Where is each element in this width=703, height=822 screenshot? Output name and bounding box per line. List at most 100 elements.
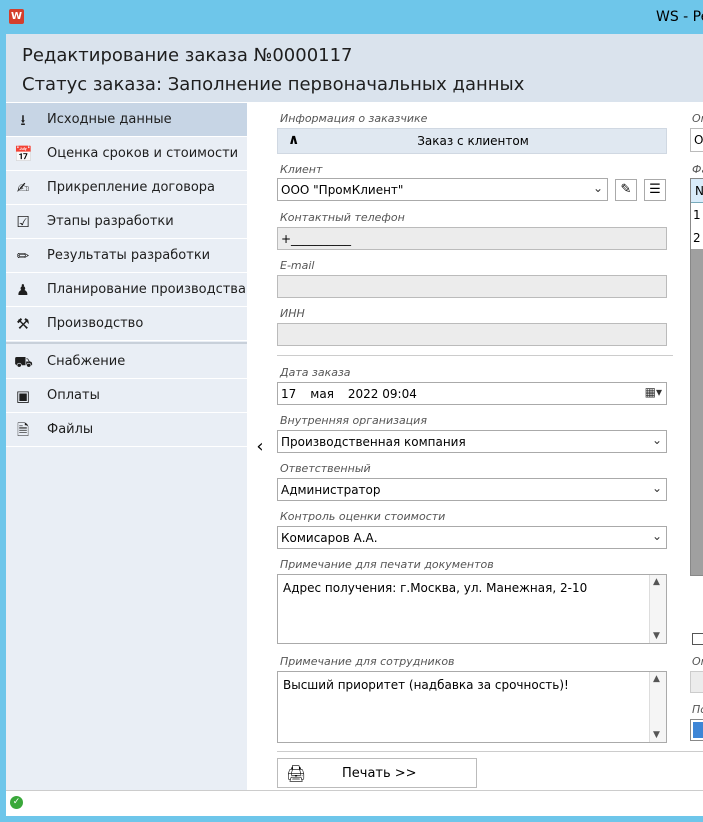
scroll-up-icon[interactable]: ▲ bbox=[653, 577, 660, 587]
responsible-value: Администратор bbox=[281, 483, 381, 497]
edit-client-button[interactable]: ✎ bbox=[615, 179, 637, 201]
window-title: WS - Pe bbox=[656, 9, 703, 25]
calendar-dropdown-icon[interactable]: ▦▾ bbox=[645, 385, 662, 399]
staff-note-label: Примечание для сотрудников bbox=[280, 655, 455, 668]
responsible-label: Ответственный bbox=[280, 462, 371, 475]
print-note-label: Примечание для печати документов bbox=[280, 558, 494, 571]
sidebar-item-label: Планирование производства bbox=[47, 282, 246, 297]
sidebar-item-label: Файлы bbox=[47, 422, 94, 437]
right-panel-table[interactable]: N 1 2 bbox=[690, 178, 703, 576]
scroll-down-icon[interactable]: ▼ bbox=[653, 631, 660, 641]
sidebar-item-planning[interactable]: ♟ Планирование производства bbox=[6, 273, 247, 307]
table-row[interactable]: 1 bbox=[691, 203, 703, 226]
table-row[interactable]: 2 bbox=[691, 226, 703, 249]
sidebar-item-payments[interactable]: ▣ Оплаты bbox=[6, 379, 247, 413]
customer-info-toggle[interactable]: ∧ Заказ с клиентом bbox=[277, 128, 667, 154]
right-panel-checkbox[interactable] bbox=[692, 633, 703, 645]
scrollbar[interactable]: ▲ ▼ bbox=[649, 672, 666, 742]
table-header[interactable]: N bbox=[691, 179, 703, 203]
client-label: Клиент bbox=[280, 163, 323, 176]
money-icon: ▣ bbox=[15, 387, 31, 405]
calendar-cost-icon: 📅 bbox=[14, 145, 33, 163]
truck-icon: ⛟ bbox=[14, 353, 33, 371]
right-panel-label-2: Or bbox=[692, 655, 703, 668]
sidebar-divider bbox=[6, 342, 247, 344]
staff-note-value: Высший приоритет (надбавка за срочность)… bbox=[283, 678, 569, 692]
sidebar-item-files[interactable]: 🗎 Файлы bbox=[6, 413, 247, 447]
sidebar: ⭳ Исходные данные 📅 Оценка сроков и стои… bbox=[6, 103, 247, 790]
internal-org-label: Внутренняя организация bbox=[280, 414, 427, 427]
order-date-day: 17 bbox=[281, 387, 297, 401]
page-header: Редактирование заказа №0000117 Статус за… bbox=[6, 34, 703, 102]
cost-control-label: Контроль оценки стоимости bbox=[280, 510, 446, 523]
section-divider bbox=[277, 355, 673, 356]
status-bar: ✓ bbox=[6, 790, 703, 816]
sidebar-item-contract[interactable]: ✍ Прикрепление договора bbox=[6, 171, 247, 205]
print-button[interactable]: 🖨 Печать >> bbox=[277, 758, 477, 788]
app-icon: W bbox=[9, 9, 24, 24]
client-select[interactable]: ООО "ПромКлиент" ⌄ bbox=[277, 178, 608, 201]
scroll-up-icon[interactable]: ▲ bbox=[653, 674, 660, 684]
cost-control-select[interactable]: Комисаров А.А. ⌄ bbox=[277, 526, 667, 549]
title-bar[interactable]: W WS - Pe bbox=[0, 0, 703, 34]
selection-highlight bbox=[693, 722, 703, 738]
internal-org-select[interactable]: Производственная компания ⌄ bbox=[277, 430, 667, 453]
collapse-sidebar-chevron-left-icon[interactable]: ‹ bbox=[253, 437, 267, 457]
print-button-label: Печать >> bbox=[342, 766, 417, 781]
chevron-down-icon: ⌄ bbox=[651, 529, 662, 543]
page-title: Редактирование заказа №0000117 bbox=[22, 45, 353, 66]
inn-field[interactable] bbox=[277, 323, 667, 346]
sidebar-item-production[interactable]: ⚒ Производство bbox=[6, 307, 247, 341]
order-date-value: 17 мая 2022 09:04 bbox=[281, 387, 431, 401]
sidebar-item-source-data[interactable]: ⭳ Исходные данные bbox=[6, 103, 247, 137]
sidebar-item-results[interactable]: ✏ Результаты разработки bbox=[6, 239, 247, 273]
sidebar-item-label: Оценка сроков и стоимости bbox=[47, 146, 239, 161]
scrollbar[interactable]: ▲ ▼ bbox=[649, 575, 666, 643]
chevron-down-icon: ⌄ bbox=[651, 433, 662, 447]
files-label: Фа bbox=[692, 163, 703, 176]
client-value: ООО "ПромКлиент" bbox=[281, 183, 404, 197]
list-icon: ☰ bbox=[649, 182, 661, 197]
scroll-down-icon[interactable]: ▼ bbox=[653, 730, 660, 740]
right-panel-field[interactable]: O bbox=[690, 128, 703, 152]
sidebar-item-supply[interactable]: ⛟ Снабжение bbox=[6, 345, 247, 379]
sidebar-item-stages[interactable]: ☑ Этапы разработки bbox=[6, 205, 247, 239]
order-date-month: мая bbox=[310, 387, 334, 401]
printer-icon: 🖨 bbox=[286, 764, 307, 783]
right-panel-label: Or bbox=[692, 112, 703, 125]
right-panel-field-2[interactable] bbox=[690, 671, 703, 693]
worker-icon: ♟ bbox=[16, 281, 30, 299]
app-window: W WS - Pe Редактирование заказа №0000117… bbox=[0, 0, 703, 822]
print-note-value: Адрес получения: г.Москва, ул. Манежная,… bbox=[283, 581, 588, 595]
email-label: E-mail bbox=[280, 259, 315, 272]
contract-icon: ✍ bbox=[16, 179, 30, 197]
inn-label: ИНН bbox=[280, 307, 305, 320]
sidebar-item-estimate[interactable]: 📅 Оценка сроков и стоимости bbox=[6, 137, 247, 171]
customer-info-title: Заказ с клиентом bbox=[417, 134, 529, 148]
sidebar-item-label: Снабжение bbox=[47, 354, 126, 369]
client-list-button[interactable]: ☰ bbox=[644, 179, 666, 201]
checklist-icon: ☑ bbox=[16, 213, 30, 231]
phone-label: Контактный телефон bbox=[280, 211, 405, 224]
document-icon: 🗎 bbox=[16, 421, 30, 439]
responsible-select[interactable]: Администратор ⌄ bbox=[277, 478, 667, 501]
order-status: Статус заказа: Заполнение первоначальных… bbox=[22, 74, 525, 95]
sidebar-item-label: Исходные данные bbox=[47, 112, 172, 127]
check-ok-icon: ✓ bbox=[10, 796, 23, 809]
phone-field[interactable]: +__________ bbox=[277, 227, 667, 250]
sidebar-item-label: Этапы разработки bbox=[47, 214, 174, 229]
sidebar-item-label: Прикрепление договора bbox=[47, 180, 216, 195]
sidebar-item-label: Производство bbox=[47, 316, 144, 331]
order-date-label: Дата заказа bbox=[280, 366, 351, 379]
internal-org-value: Производственная компания bbox=[281, 435, 466, 449]
chevron-down-icon: ⌄ bbox=[592, 181, 603, 195]
sidebar-item-label: Результаты разработки bbox=[47, 248, 211, 263]
print-note-textarea[interactable]: Адрес получения: г.Москва, ул. Манежная,… bbox=[277, 574, 667, 644]
order-date-picker[interactable]: 17 мая 2022 09:04 ▦▾ bbox=[277, 382, 667, 405]
pencil-icon: ✎ bbox=[620, 182, 632, 197]
staff-note-textarea[interactable]: Высший приоритет (надбавка за срочность)… bbox=[277, 671, 667, 743]
email-field[interactable] bbox=[277, 275, 667, 298]
right-panel-select[interactable] bbox=[690, 719, 703, 741]
tools-icon: ⚒ bbox=[16, 315, 30, 333]
phone-value: +__________ bbox=[281, 232, 352, 246]
